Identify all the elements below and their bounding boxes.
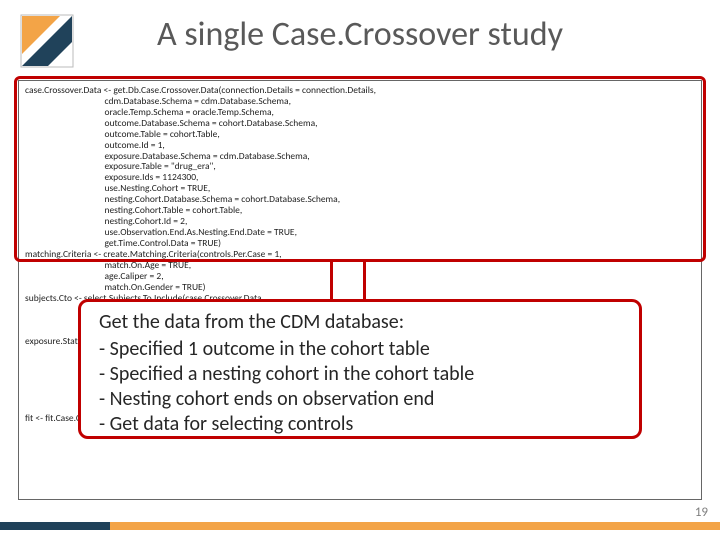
page-number: 19: [695, 505, 708, 520]
callout-box: Get the data from the CDM database: - Sp…: [78, 299, 642, 439]
footer-accent-orange: [110, 522, 720, 530]
slide-title: A single Case.Crossover study: [0, 14, 720, 55]
slide: A single Case.Crossover study case.Cross…: [0, 0, 720, 540]
callout-lead: Get the data from the CDM database:: [99, 310, 621, 335]
callout-bullet: - Get data for selecting controls: [99, 412, 621, 437]
footer-accent-dark: [0, 522, 110, 530]
highlight-frame: [14, 76, 706, 262]
callout-bullet: - Specified a nesting cohort in the coho…: [99, 362, 621, 387]
callout-bullet: - Specified 1 outcome in the cohort tabl…: [99, 337, 621, 362]
callout-bullet: - Nesting cohort ends on observation end: [99, 387, 621, 412]
footer-bar: [0, 522, 720, 530]
